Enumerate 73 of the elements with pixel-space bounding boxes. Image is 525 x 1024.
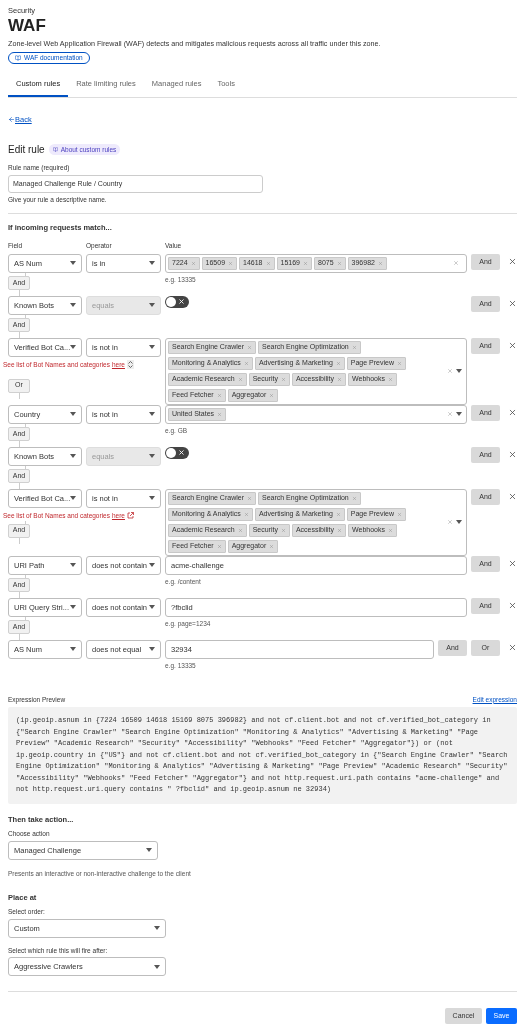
caret-icon (154, 926, 160, 931)
caret-icon (70, 412, 76, 417)
remove-icon (269, 392, 275, 398)
remove-icon (336, 260, 342, 266)
x-icon (178, 449, 185, 457)
caret-icon (154, 964, 160, 969)
remove-icon[interactable] (508, 257, 517, 267)
remove-icon (265, 260, 271, 266)
caret-icon (149, 261, 155, 266)
caret-icon (70, 454, 76, 459)
x-icon (178, 298, 185, 306)
caret-icon (146, 848, 152, 853)
remove-icon (388, 376, 393, 382)
book-icon (15, 55, 21, 62)
remove-icon (388, 527, 393, 533)
remove-icon (337, 376, 343, 382)
caret-icon (149, 563, 155, 568)
caret-icon (456, 520, 462, 525)
caret-icon (149, 605, 155, 610)
remove-icon[interactable] (508, 450, 517, 460)
remove-icon (217, 411, 223, 417)
caret-icon (70, 303, 76, 308)
remove-icon (335, 360, 341, 366)
remove-icon (280, 376, 286, 382)
caret-icon (456, 369, 462, 374)
caret-icon (456, 412, 462, 417)
caret-icon (149, 412, 155, 417)
caret-icon (70, 605, 76, 610)
arrow-left-icon (8, 116, 15, 124)
caret-icon (70, 563, 76, 568)
caret-icon (149, 303, 155, 308)
stepper-icon[interactable] (126, 360, 134, 370)
remove-icon[interactable] (508, 492, 517, 502)
remove-icon (337, 527, 343, 533)
caret-icon (149, 345, 155, 350)
remove-icon (335, 511, 341, 517)
remove-icon (351, 344, 357, 350)
remove-icon (216, 543, 222, 549)
remove-icon[interactable] (508, 299, 517, 309)
remove-icon (247, 344, 252, 350)
caret-icon (149, 647, 155, 652)
caret-icon (149, 454, 155, 459)
remove-icon[interactable] (508, 341, 517, 351)
toggle-switch[interactable] (165, 295, 189, 308)
remove-icon (237, 527, 243, 533)
remove-icon (190, 260, 196, 266)
remove-icon (247, 495, 252, 501)
remove-icon (397, 511, 402, 517)
remove-icon[interactable] (508, 601, 517, 611)
remove-icon (303, 260, 308, 266)
caret-icon (70, 647, 76, 652)
remove-icon[interactable] (508, 559, 517, 569)
section-title: Edit rule (8, 143, 45, 158)
remove-icon (351, 495, 357, 501)
remove-icon[interactable] (508, 643, 517, 653)
book-icon (52, 147, 58, 153)
remove-icon (377, 260, 383, 266)
remove-icon (237, 376, 243, 382)
external-link-icon (126, 512, 134, 520)
caret-icon (70, 345, 77, 350)
remove-icon (397, 360, 402, 366)
remove-icon (269, 543, 275, 549)
caret-icon (70, 261, 76, 266)
remove-icon (243, 511, 249, 517)
remove-icon (280, 527, 286, 533)
remove-icon (228, 260, 234, 266)
remove-icon (216, 392, 222, 398)
toggle-switch[interactable] (165, 446, 189, 459)
page-title: WAF (8, 16, 47, 37)
remove-icon[interactable] (508, 408, 517, 418)
caret-icon (149, 496, 155, 501)
caret-icon (70, 496, 77, 501)
remove-icon (243, 360, 249, 366)
